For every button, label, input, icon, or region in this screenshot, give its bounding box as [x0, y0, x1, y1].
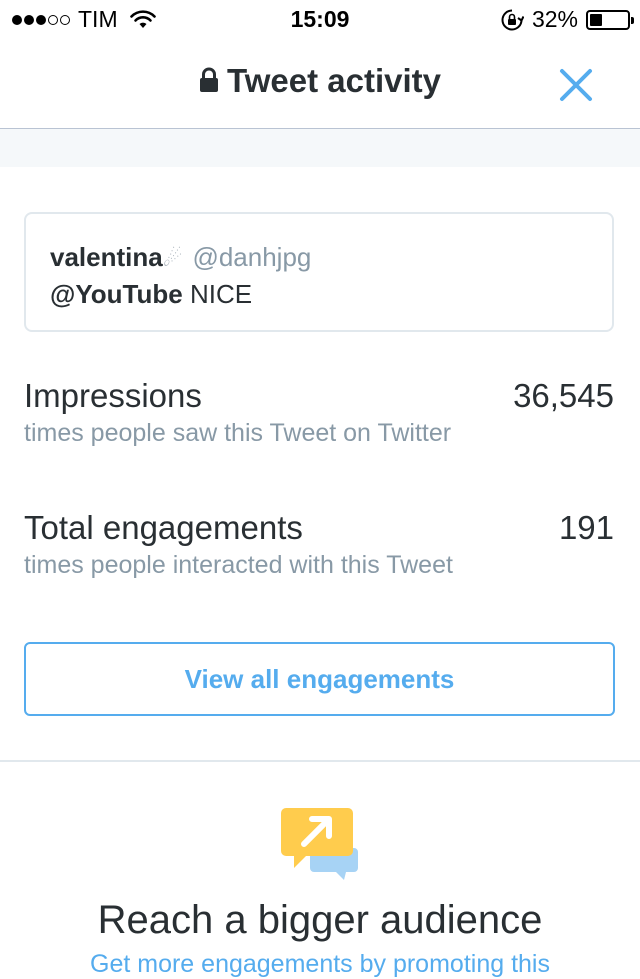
tweet-card[interactable]: valentina☄ @danhjpg @YouTube NICE	[24, 212, 614, 332]
impressions-value: 36,545	[513, 377, 614, 414]
nav-bar: Tweet activity	[0, 40, 640, 129]
rotation-lock-icon	[501, 9, 524, 30]
status-bar: TIM 15:09 32%	[0, 0, 640, 40]
promo-title: Reach a bigger audience	[97, 898, 543, 942]
comet-emoji: ☄	[162, 246, 183, 271]
engagements-metric: Total engagements 191 times people inter…	[24, 509, 614, 589]
page-title: Tweet activity	[0, 62, 640, 100]
battery-icon	[586, 9, 634, 30]
section-divider	[0, 760, 640, 762]
engagements-description: times people interacted with this Tweet	[24, 551, 453, 579]
impressions-label: Impressions	[24, 377, 202, 414]
header-band	[0, 129, 640, 167]
view-all-engagements-button[interactable]: View all engagements	[24, 642, 615, 716]
impressions-description: times people saw this Tweet on Twitter	[24, 419, 452, 447]
page-title-text: Tweet activity	[227, 62, 441, 99]
tweet-mention[interactable]: @YouTube	[50, 279, 183, 309]
status-right: 32%	[500, 6, 634, 33]
engagements-label: Total engagements	[24, 509, 303, 546]
impressions-metric: Impressions 36,545 times people saw this…	[24, 377, 614, 457]
tweet-body: NICE	[189, 279, 253, 309]
engagements-value: 191	[558, 509, 614, 546]
lock-icon	[200, 67, 219, 93]
tweet-author-handle: @danhjpg	[192, 242, 312, 272]
tweet-text: @YouTube NICE	[50, 279, 252, 310]
close-icon[interactable]	[556, 65, 596, 105]
tweet-author: valentina☄ @danhjpg	[50, 242, 311, 273]
promote-chat-icon	[281, 808, 358, 880]
promo-subtitle[interactable]: Get more engagements by promoting this	[0, 950, 640, 979]
tweet-author-name: valentina	[50, 242, 163, 272]
battery-percent: 32%	[531, 6, 578, 32]
